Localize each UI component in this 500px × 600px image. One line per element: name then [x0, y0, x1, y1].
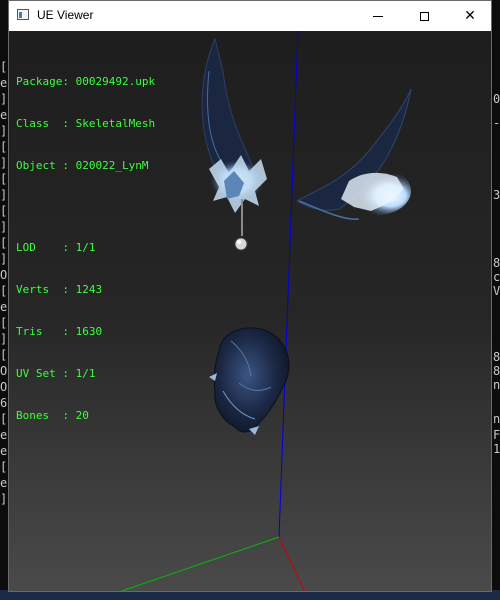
- info-bones-label: Bones :: [16, 409, 76, 422]
- background-console-char: 6: [0, 396, 8, 410]
- info-lod: LOD : 1/1: [16, 241, 155, 255]
- window-title: UE Viewer: [37, 8, 94, 22]
- info-verts-value: 1243: [75, 283, 103, 296]
- background-console-char: O: [0, 268, 8, 282]
- background-console-char: e: [0, 300, 8, 314]
- background-console-char: e: [0, 76, 8, 90]
- background-console-char: 8: [493, 350, 500, 364]
- 3d-viewport[interactable]: Package: 00029492.upk Class : SkeletalMe…: [9, 31, 491, 591]
- background-console-char: 8: [493, 364, 500, 378]
- background-console-char: ]: [0, 188, 8, 202]
- background-console-char: c: [493, 270, 500, 284]
- background-console-char: [: [0, 412, 8, 426]
- background-console-char: ]: [0, 156, 8, 170]
- info-lod-value: 1/1: [75, 241, 96, 254]
- close-button[interactable]: ✕: [447, 1, 491, 31]
- background-console-char: [: [0, 316, 8, 330]
- background-console-char: [: [0, 140, 8, 154]
- background-console-char: -: [493, 116, 500, 130]
- background-console-char: [: [0, 236, 8, 250]
- info-tris: Tris : 1630: [16, 325, 155, 339]
- background-console-char: ]: [0, 92, 8, 106]
- background-console-right: [491, 0, 500, 600]
- axis-y-line: [120, 536, 280, 591]
- info-package: Package: 00029492.upk: [16, 75, 155, 89]
- info-uvset-label: UV Set :: [16, 367, 76, 380]
- axis-z-line: [278, 31, 299, 538]
- maximize-button[interactable]: [401, 1, 447, 31]
- background-console-char: n: [493, 412, 500, 426]
- mesh-info-overlay: Package: 00029492.upk Class : SkeletalMe…: [16, 47, 155, 451]
- close-icon: ✕: [464, 8, 476, 24]
- info-bones-value: 20: [75, 409, 89, 422]
- minimize-button[interactable]: [355, 1, 401, 31]
- info-uvset: UV Set : 1/1: [16, 367, 155, 381]
- background-console-char: e: [0, 476, 8, 490]
- background-console-char: 0: [493, 92, 500, 106]
- background-console-char: [: [0, 348, 8, 362]
- background-console-char: F: [493, 428, 500, 442]
- info-object: Object : 020022_LynM: [16, 159, 155, 173]
- info-object-label: Object :: [16, 159, 76, 172]
- info-bones: Bones : 20: [16, 409, 155, 423]
- info-tris-label: Tris :: [16, 325, 76, 338]
- background-console-char: 1: [493, 442, 500, 456]
- info-object-value: 020022_LynM: [75, 159, 149, 172]
- background-console-char: n: [493, 378, 500, 392]
- minimize-icon: [373, 15, 383, 17]
- background-console-char: O: [0, 380, 8, 394]
- background-console-char: [: [0, 172, 8, 186]
- background-console-char: ]: [0, 252, 8, 266]
- background-console-char: V: [493, 284, 500, 298]
- background-console-char: ]: [0, 220, 8, 234]
- background-console-char: O: [0, 364, 8, 378]
- ue-viewer-window: UE Viewer ✕ Package: 00029492.upk Class …: [8, 0, 492, 592]
- left-wing-mesh: [201, 37, 267, 251]
- background-console-char: [: [0, 460, 8, 474]
- app-icon: [17, 9, 29, 20]
- info-package-label: Package:: [16, 75, 76, 88]
- info-tris-value: 1630: [75, 325, 103, 338]
- background-console-char: 8: [493, 256, 500, 270]
- info-verts: Verts : 1243: [16, 283, 155, 297]
- background-console-char: e: [0, 108, 8, 122]
- background-console-char: e: [0, 444, 8, 458]
- info-verts-label: Verts :: [16, 283, 76, 296]
- hair-mesh: [209, 327, 290, 435]
- background-console-char: [: [0, 204, 8, 218]
- background-console-char: 3: [493, 188, 500, 202]
- info-class-value: SkeletalMesh: [75, 117, 156, 130]
- info-class-label: Class :: [16, 117, 76, 130]
- right-wing-mesh: [296, 88, 412, 220]
- background-console-char: e: [0, 428, 8, 442]
- background-console-char: ]: [0, 332, 8, 346]
- info-package-value: 00029492.upk: [75, 75, 156, 88]
- info-lod-label: LOD :: [16, 241, 76, 254]
- background-console-char: [: [0, 60, 8, 74]
- background-console-char: [: [0, 284, 8, 298]
- background-console-char: ]: [0, 124, 8, 138]
- title-bar[interactable]: UE Viewer ✕: [9, 1, 491, 31]
- info-class: Class : SkeletalMesh: [16, 117, 155, 131]
- axis-x-line: [278, 536, 306, 591]
- maximize-icon: [419, 11, 429, 21]
- info-uvset-value: 1/1: [75, 367, 96, 380]
- background-console-char: ]: [0, 492, 8, 506]
